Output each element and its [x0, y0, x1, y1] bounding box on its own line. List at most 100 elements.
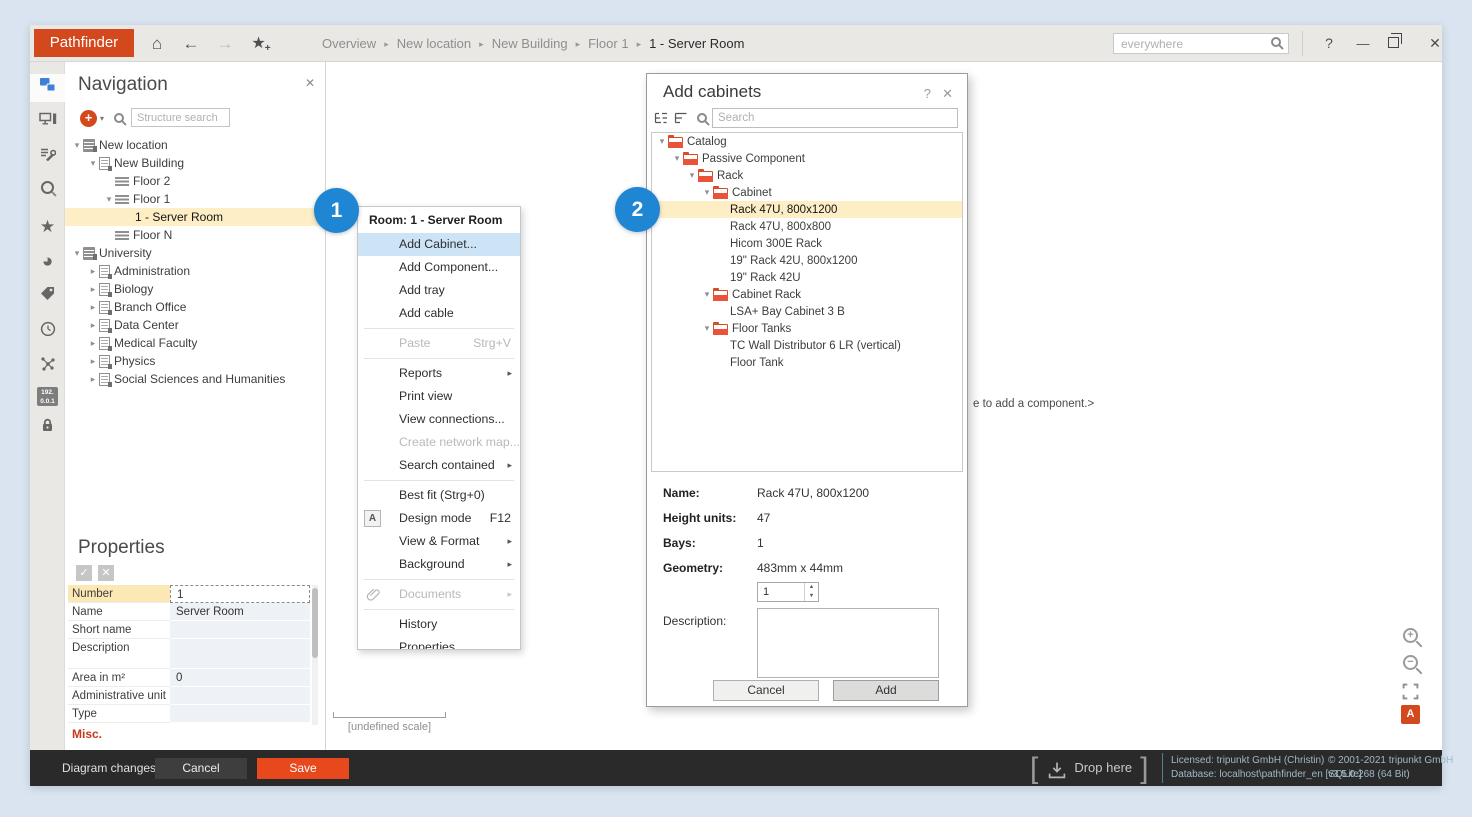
tree-item-medical-faculty[interactable]: ▸Medical Faculty	[65, 334, 325, 352]
tag-icon[interactable]	[30, 286, 65, 308]
dialog-help-icon[interactable]: ?	[924, 86, 931, 101]
property-row-name[interactable]: NameServer Room	[68, 603, 310, 621]
tree-item-floor-1[interactable]: ▾Floor 1	[65, 190, 325, 208]
structure-search-input[interactable]	[131, 108, 230, 127]
chevron-down-icon[interactable]: ▾	[100, 114, 104, 123]
menu-item-add-cabinet[interactable]: Add Cabinet...	[358, 233, 520, 256]
catalog-item-rack-47u-800x1200-selected[interactable]: Rack 47U, 800x1200	[652, 201, 962, 218]
fit-to-screen-icon[interactable]	[1402, 683, 1419, 705]
expanded-icon[interactable]: ▾	[87, 158, 99, 169]
menu-item-view-format[interactable]: ▸View & Format	[358, 530, 520, 553]
property-value-area[interactable]: 0	[170, 669, 310, 687]
tree-item-biology[interactable]: ▸Biology	[65, 280, 325, 298]
tree-item-physics[interactable]: ▸Physics	[65, 352, 325, 370]
collapsed-icon[interactable]: ▸	[87, 302, 99, 313]
menu-item-best-fit[interactable]: Best fit (Strg+0)	[358, 484, 520, 507]
home-icon[interactable]: ⌂	[142, 25, 172, 62]
spinner-up-icon[interactable]: ▲	[805, 583, 818, 592]
breadcrumb-overview[interactable]: Overview	[322, 36, 376, 51]
discard-properties-icon[interactable]: ✕	[98, 565, 114, 581]
tree-item-data-center[interactable]: ▸Data Center	[65, 316, 325, 334]
favorites-icon[interactable]: ★	[30, 216, 65, 238]
menu-item-properties-clipped[interactable]: Properties	[358, 636, 520, 650]
catalog-item-rack-47u-800x800[interactable]: Rack 47U, 800x800	[652, 218, 962, 235]
menu-item-print-view[interactable]: Print view	[358, 385, 520, 408]
catalog-item-tc-wall-distributor[interactable]: TC Wall Distributor 6 LR (vertical)	[652, 337, 962, 354]
scrollbar-thumb[interactable]	[312, 588, 318, 658]
history-clock-icon[interactable]	[30, 321, 65, 343]
restore-button[interactable]	[1388, 37, 1399, 48]
tree-item-branch-office[interactable]: ▸Branch Office	[65, 298, 325, 316]
dialog-cancel-button[interactable]: Cancel	[713, 680, 819, 701]
diagram-save-button[interactable]: Save	[257, 758, 349, 779]
property-row-number[interactable]: Number1	[68, 585, 310, 603]
global-search-input[interactable]	[1114, 34, 1266, 53]
catalog-item-cabinet[interactable]: ▾Cabinet	[652, 184, 962, 201]
catalog-item-passive-component[interactable]: ▾Passive Component	[652, 150, 962, 167]
menu-item-background[interactable]: ▸Background	[358, 553, 520, 576]
collapsed-icon[interactable]: ▸	[87, 320, 99, 331]
minimize-button[interactable]: —	[1348, 25, 1378, 62]
property-row-area[interactable]: Area in m²0	[68, 669, 310, 687]
apply-properties-icon[interactable]: ✓	[76, 565, 92, 581]
property-value-description[interactable]	[170, 639, 310, 669]
zoom-in-icon[interactable]: +	[1403, 628, 1418, 643]
add-structure-button[interactable]: +	[80, 110, 97, 127]
lock-icon[interactable]	[30, 417, 65, 439]
collapsed-icon[interactable]: ▸	[87, 266, 99, 277]
quantity-input[interactable]	[758, 583, 804, 601]
catalog-item-lsa-bay-cabinet[interactable]: LSA+ Bay Cabinet 3 B	[652, 303, 962, 320]
collapsed-icon[interactable]: ▸	[87, 284, 99, 295]
ip-address-icon[interactable]: 192. 0.0.1	[37, 387, 58, 406]
expanded-icon[interactable]: ▾	[103, 194, 115, 205]
menu-item-view-connections[interactable]: View connections...	[358, 408, 520, 431]
property-value-type[interactable]	[170, 705, 310, 723]
catalog-item-cabinet-rack[interactable]: ▾Cabinet Rack	[652, 286, 962, 303]
catalog-item-floor-tanks[interactable]: ▾Floor Tanks	[652, 320, 962, 337]
expand-all-icon[interactable]	[653, 110, 669, 131]
navigation-close-icon[interactable]: ✕	[305, 76, 315, 90]
drop-here-zone[interactable]: [Drop here]	[1030, 750, 1149, 786]
tree-item-server-room-selected[interactable]: 1 - Server Room	[65, 208, 325, 226]
favorite-add-icon[interactable]: ★+	[244, 25, 278, 62]
tree-item-floor-2[interactable]: Floor 2	[65, 172, 325, 190]
menu-item-search-contained[interactable]: ▸Search contained	[358, 454, 520, 477]
menu-item-add-cable[interactable]: Add cable	[358, 302, 520, 325]
collapsed-icon[interactable]: ▸	[87, 356, 99, 367]
property-value-administrative-unit[interactable]	[170, 687, 310, 705]
catalog-search-input[interactable]	[712, 108, 958, 128]
collapse-all-icon[interactable]	[673, 110, 689, 131]
menu-item-design-mode[interactable]: AF12Design mode	[358, 507, 520, 530]
breadcrumb-floor-1[interactable]: Floor 1	[588, 36, 628, 51]
network-topology-icon[interactable]	[30, 356, 65, 378]
property-value-number[interactable]: 1	[170, 585, 310, 603]
design-mode-active-icon[interactable]: A	[1401, 705, 1420, 724]
tree-item-new-building[interactable]: ▾New Building	[65, 154, 325, 172]
expanded-icon[interactable]: ▾	[71, 140, 83, 151]
property-row-type[interactable]: Type	[68, 705, 310, 723]
property-row-description[interactable]: Description	[68, 639, 310, 669]
collapsed-icon[interactable]: ▸	[87, 374, 99, 385]
catalog-item-rack[interactable]: ▾Rack	[652, 167, 962, 184]
workstation-icon[interactable]	[30, 112, 65, 134]
expanded-icon[interactable]: ▾	[671, 153, 683, 164]
catalog-item-floor-tank[interactable]: Floor Tank	[652, 354, 962, 371]
dialog-close-icon[interactable]: ✕	[942, 86, 953, 102]
catalog-item-19-rack-42u[interactable]: 19" Rack 42U	[652, 269, 962, 286]
breadcrumb-new-location[interactable]: New location	[397, 36, 471, 51]
expanded-icon[interactable]: ▾	[71, 248, 83, 259]
property-row-short-name[interactable]: Short name	[68, 621, 310, 639]
search-icon[interactable]	[1271, 37, 1281, 47]
structure-navigation-icon[interactable]	[30, 77, 65, 99]
catalog-item-catalog[interactable]: ▾Catalog	[652, 133, 962, 150]
tree-item-new-location[interactable]: ▾New location	[65, 136, 325, 154]
description-textarea[interactable]	[757, 608, 939, 678]
expanded-icon[interactable]: ▾	[656, 136, 668, 147]
expanded-icon[interactable]: ▾	[701, 187, 713, 198]
catalog-item-hicom-300e-rack[interactable]: Hicom 300E Rack	[652, 235, 962, 252]
close-button[interactable]: ✕	[1420, 25, 1450, 62]
tree-item-administration[interactable]: ▸Administration	[65, 262, 325, 280]
property-value-name[interactable]: Server Room	[170, 603, 310, 621]
spinner-down-icon[interactable]: ▼	[805, 592, 818, 601]
configuration-tools-icon[interactable]	[30, 147, 65, 169]
